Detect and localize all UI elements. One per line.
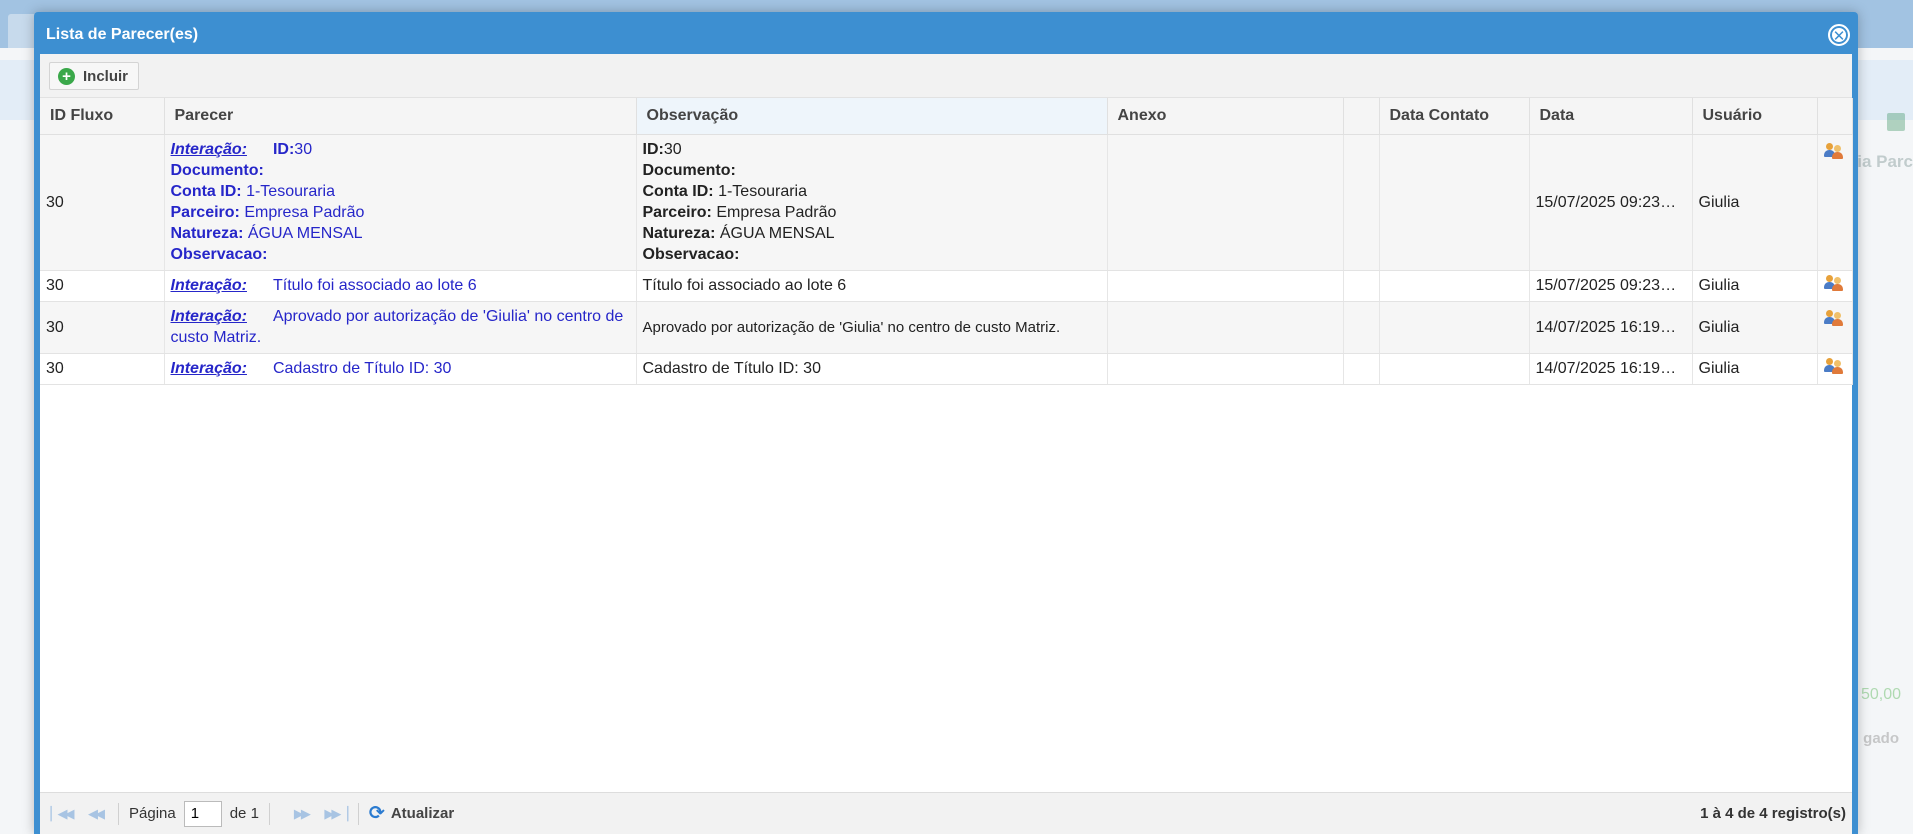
records-count: 1 à 4 de 4 registro(s)	[1700, 805, 1846, 822]
page-number-input[interactable]	[183, 800, 222, 827]
cell-actions	[1817, 353, 1853, 385]
cell-data: 15/07/2025 09:23…	[1529, 270, 1693, 302]
background-side-text: ria Parc	[1850, 152, 1913, 171]
cell-parecer: Interação: Cadastro de Título ID: 30	[164, 353, 637, 385]
modal-title: Lista de Parecer(es)	[46, 26, 199, 43]
background-value: 50,00	[1860, 686, 1901, 703]
cell-blank	[1343, 301, 1380, 354]
cell-observacao: Título foi associado ao lote 6	[636, 270, 1108, 302]
interacao-link[interactable]: Interação:	[171, 141, 247, 158]
cell-actions	[1817, 301, 1853, 354]
first-page-icon[interactable]: ▏◀◀	[48, 806, 75, 822]
table-row[interactable]: 30 Interação: Cadastro de Título ID: 30 C…	[40, 353, 1853, 385]
pagination-bar: ▏◀◀ ◀◀ Página de 1 ▶▶ ▶▶▕ ⟳ Atualizar 1 …	[40, 792, 1852, 834]
cell-data-contato	[1379, 134, 1530, 271]
cell-id-fluxo: 30	[40, 270, 165, 302]
add-button[interactable]: + Incluir	[49, 62, 140, 90]
separator	[268, 802, 270, 825]
cell-blank	[1343, 353, 1380, 385]
separator	[118, 802, 119, 825]
background-status-text: gado	[1863, 730, 1899, 747]
cell-data-contato	[1379, 270, 1530, 302]
modal-body: + Incluir ID Fluxo Parecer Observação An…	[40, 54, 1853, 834]
cell-usuario: Giulia	[1692, 301, 1818, 354]
cell-observacao: Cadastro de Título ID: 30	[636, 353, 1108, 385]
cell-observacao: ID:30 Documento: Conta ID: 1-Tesouraria …	[636, 134, 1108, 271]
column-header-parecer[interactable]: Parecer	[164, 98, 637, 135]
interacao-link[interactable]: Interação:	[171, 277, 247, 294]
cell-anexo	[1107, 134, 1344, 271]
cell-data-contato	[1379, 301, 1530, 354]
cell-blank	[1343, 270, 1380, 302]
next-page-icon[interactable]: ▶▶	[288, 806, 314, 822]
user-group-icon[interactable]	[1823, 357, 1844, 374]
interacao-link[interactable]: Interação:	[171, 308, 247, 325]
refresh-icon[interactable]: ⟳	[369, 802, 385, 825]
cell-anexo	[1107, 353, 1344, 385]
cell-actions	[1817, 134, 1853, 271]
add-button-label: Incluir	[83, 67, 129, 85]
close-icon[interactable]: ✕	[1828, 24, 1850, 46]
column-header-blank[interactable]	[1343, 98, 1380, 135]
prev-page-icon[interactable]: ◀◀	[82, 806, 108, 822]
plus-icon: +	[58, 67, 75, 85]
cell-data: 15/07/2025 09:23…	[1529, 134, 1693, 271]
parecer-list-modal: Lista de Parecer(es) ✕ + Incluir ID Flux…	[34, 12, 1858, 834]
table-header-row: ID Fluxo Parecer Observação Anexo Data C…	[40, 98, 1853, 135]
column-header-id-fluxo[interactable]: ID Fluxo	[40, 98, 165, 135]
cell-blank	[1343, 134, 1380, 271]
last-page-icon[interactable]: ▶▶▕	[322, 806, 348, 822]
column-header-anexo[interactable]: Anexo	[1107, 98, 1344, 135]
parecer-table: ID Fluxo Parecer Observação Anexo Data C…	[40, 98, 1853, 385]
cell-actions	[1817, 270, 1853, 302]
cell-usuario: Giulia	[1692, 353, 1818, 385]
cell-data: 14/07/2025 16:19…	[1529, 353, 1693, 385]
toolbar: + Incluir	[40, 54, 1852, 98]
cell-usuario: Giulia	[1692, 134, 1818, 271]
refresh-button[interactable]: Atualizar	[391, 805, 454, 822]
cell-usuario: Giulia	[1692, 270, 1818, 302]
page-label: Página	[129, 805, 176, 822]
cell-anexo	[1107, 301, 1344, 354]
cell-parecer: Interação: Aprovado por autorização de 'G…	[164, 301, 637, 354]
page-total-label: de 1	[229, 805, 259, 822]
user-group-icon[interactable]	[1823, 274, 1844, 291]
cell-id-fluxo: 30	[40, 353, 165, 385]
cell-anexo	[1107, 270, 1344, 302]
separator	[357, 802, 359, 825]
cell-id-fluxo: 30	[40, 134, 165, 271]
table-row[interactable]: 30 Interação: ID:30 Documento: Conta ID: …	[40, 134, 1853, 271]
column-header-data[interactable]: Data	[1529, 98, 1693, 135]
table-row[interactable]: 30 Interação: Aprovado por autorização de…	[40, 301, 1853, 354]
column-header-observacao[interactable]: Observação	[636, 98, 1108, 135]
cell-id-fluxo: 30	[40, 301, 165, 354]
interacao-link[interactable]: Interação:	[171, 360, 247, 377]
table-row[interactable]: 30 Interação: Título foi associado ao lot…	[40, 270, 1853, 302]
cell-parecer: Interação: ID:30 Documento: Conta ID: 1-T…	[164, 134, 637, 271]
column-header-usuario[interactable]: Usuário	[1692, 98, 1818, 135]
cell-observacao: Aprovado por autorização de 'Giulia' no …	[636, 301, 1108, 354]
excel-icon	[1887, 113, 1905, 131]
cell-parecer: Interação: Título foi associado ao lote 6	[164, 270, 637, 302]
cell-data-contato	[1379, 353, 1530, 385]
cell-data: 14/07/2025 16:19…	[1529, 301, 1693, 354]
user-group-icon[interactable]	[1823, 309, 1844, 326]
column-header-data-contato[interactable]: Data Contato	[1379, 98, 1530, 135]
user-group-icon[interactable]	[1823, 142, 1844, 159]
column-header-actions	[1817, 98, 1853, 135]
